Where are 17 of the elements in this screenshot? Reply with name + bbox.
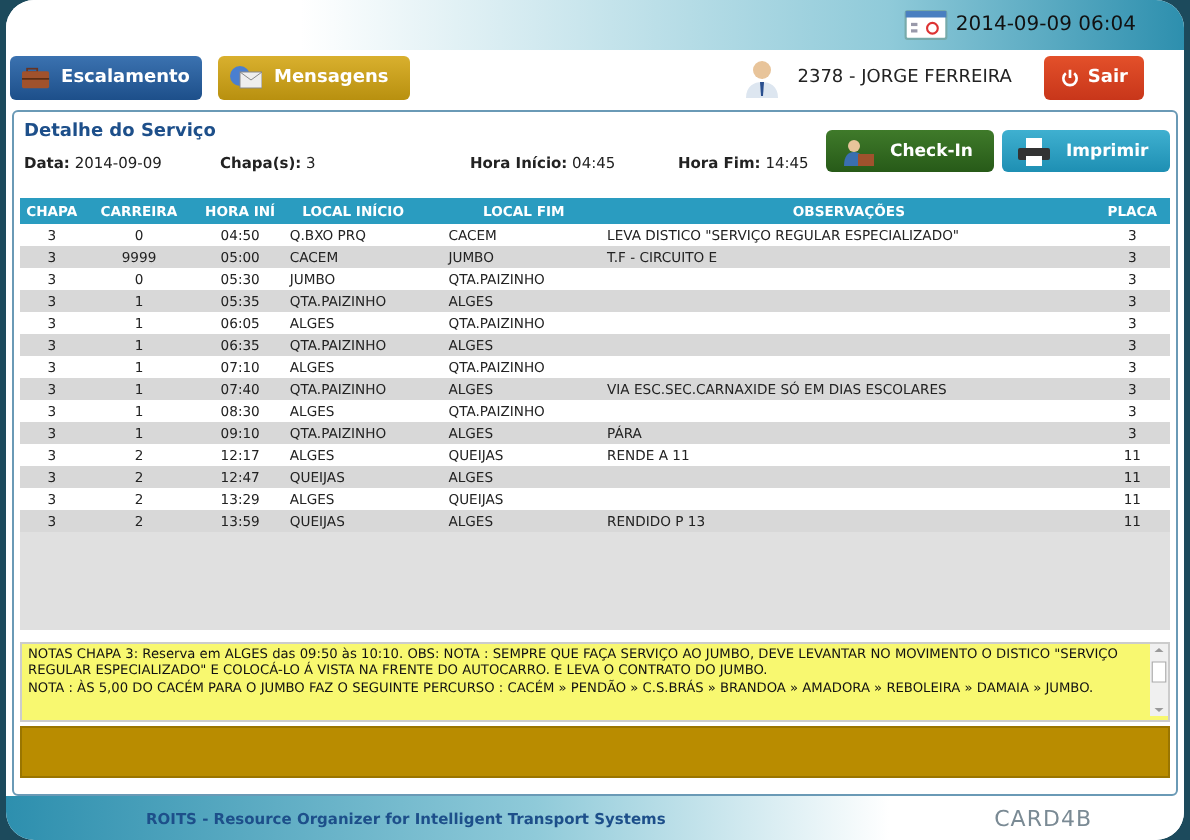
envelope-icon bbox=[230, 66, 262, 90]
power-icon bbox=[1059, 68, 1080, 88]
action-button[interactable]: Check-In bbox=[826, 130, 994, 172]
briefcase-icon bbox=[22, 66, 50, 90]
scrollbar-drawing bbox=[1150, 644, 1168, 716]
calendar-icon bbox=[903, 10, 948, 40]
person-icon bbox=[842, 137, 874, 165]
nav-button[interactable]: Escalamento bbox=[10, 56, 202, 100]
nav-button[interactable]: Mensagens bbox=[218, 56, 410, 100]
date-time: 2014-09-09 06:04 bbox=[955, 14, 1136, 36]
action-button[interactable]: Imprimir bbox=[1002, 130, 1170, 172]
user-name: 2378 - JORGE FERREIRA bbox=[797, 68, 1012, 88]
printer-icon bbox=[1018, 137, 1050, 165]
logout-button[interactable]: Sair bbox=[1043, 56, 1144, 100]
user-avatar-icon bbox=[741, 58, 782, 98]
company-logo: CARD4B bbox=[994, 805, 1092, 831]
panel-title: Detalhe do Serviço bbox=[24, 122, 218, 142]
